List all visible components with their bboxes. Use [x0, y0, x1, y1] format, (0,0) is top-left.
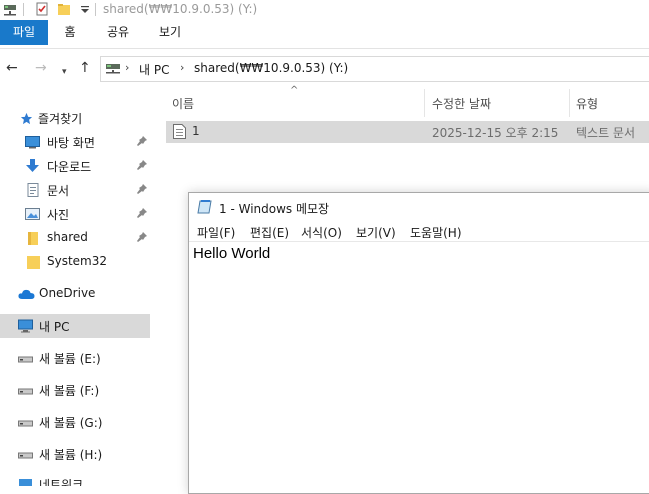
- nav-drive-e[interactable]: 새 볼륨 (E:): [0, 346, 150, 370]
- menu-view[interactable]: 보기(V): [356, 224, 396, 241]
- address-row: ← → ▾ ↑ › 내 PC › shared(₩₩10.9.0.53) (Y:…: [0, 49, 649, 89]
- pin-icon[interactable]: [136, 135, 148, 147]
- nav-drive-label: 새 볼륨 (E:): [39, 352, 101, 366]
- network-drive-icon: [4, 5, 16, 16]
- nav-drive-f[interactable]: 새 볼륨 (F:): [0, 378, 150, 402]
- nav-item-label: 다운로드: [47, 160, 92, 174]
- file-type: 텍스트 문서: [576, 126, 636, 140]
- nav-this-pc-label: 내 PC: [39, 320, 70, 334]
- drive-icon: [18, 388, 33, 395]
- menu-help[interactable]: 도움말(H): [410, 224, 462, 241]
- nav-item-downloads[interactable]: 다운로드: [0, 154, 150, 178]
- download-icon: [26, 159, 39, 172]
- navigation-pane: 즐겨찾기 바탕 화면 다운로드 문서 사진 shared System32 On…: [0, 92, 150, 486]
- nav-item-label: 바탕 화면: [47, 136, 95, 150]
- tab-view[interactable]: 보기: [153, 20, 187, 45]
- back-arrow-icon[interactable]: ←: [6, 61, 18, 75]
- nav-item-label: shared: [47, 230, 88, 244]
- file-name: 1: [192, 124, 200, 138]
- properties-icon[interactable]: [35, 2, 49, 16]
- notepad-icon: [197, 200, 212, 214]
- ribbon-tabs: 파일 홈 공유 보기: [0, 20, 649, 49]
- file-list: 이름 ^ 수정한 날짜 유형 1 2025-12-15 오후 2:15 텍스트 …: [166, 85, 649, 189]
- nav-item-label: System32: [47, 254, 108, 268]
- nav-item-pictures[interactable]: 사진: [0, 202, 150, 226]
- forward-arrow-icon[interactable]: →: [35, 61, 47, 75]
- nav-network[interactable]: 네트워크: [0, 474, 150, 486]
- breadcrumb-shared[interactable]: shared(₩₩10.9.0.53) (Y:): [194, 61, 348, 75]
- up-arrow-icon[interactable]: ↑: [79, 61, 91, 75]
- recent-locations-chevron-icon[interactable]: ▾: [62, 65, 67, 79]
- desktop-icon: [25, 136, 40, 149]
- drive-icon: [18, 420, 33, 427]
- address-bar[interactable]: › 내 PC › shared(₩₩10.9.0.53) (Y:): [100, 56, 649, 82]
- nav-item-label: 사진: [47, 208, 70, 222]
- pin-icon[interactable]: [136, 231, 148, 243]
- breadcrumb-chevron-icon[interactable]: ›: [125, 61, 129, 74]
- column-header-name[interactable]: 이름: [172, 95, 194, 112]
- nav-this-pc[interactable]: 내 PC: [0, 314, 150, 338]
- breadcrumb-this-pc[interactable]: 내 PC: [139, 61, 169, 78]
- window-title: shared(₩₩10.9.0.53) (Y:): [103, 2, 258, 16]
- folder-icon: [27, 256, 40, 269]
- tab-file[interactable]: 파일: [0, 20, 48, 45]
- tab-share[interactable]: 공유: [101, 20, 135, 45]
- table-row[interactable]: 1 2025-12-15 오후 2:15 텍스트 문서: [166, 121, 649, 143]
- column-header-modified[interactable]: 수정한 날짜: [432, 95, 491, 112]
- text-file-icon: [173, 124, 186, 139]
- nav-drive-g[interactable]: 새 볼륨 (G:): [0, 410, 150, 434]
- menu-file[interactable]: 파일(F): [197, 224, 235, 241]
- nav-item-documents[interactable]: 문서: [0, 178, 150, 202]
- notepad-title: 1 - Windows 메모장: [219, 202, 330, 216]
- column-header-type[interactable]: 유형: [576, 95, 598, 112]
- nav-drive-label: 새 볼륨 (H:): [39, 448, 103, 462]
- folder-icon: [28, 232, 38, 245]
- pin-icon[interactable]: [136, 159, 148, 171]
- network-drive-icon: [106, 64, 120, 74]
- notepad-title-bar[interactable]: 1 - Windows 메모장: [189, 193, 649, 221]
- computer-icon: [18, 319, 33, 333]
- nav-network-label: 네트워크: [39, 478, 84, 486]
- cloud-icon: [18, 289, 35, 299]
- nav-item-desktop[interactable]: 바탕 화면: [0, 130, 150, 154]
- sort-ascending-icon: ^: [290, 85, 299, 96]
- drive-icon: [18, 356, 33, 363]
- menu-edit[interactable]: 편집(E): [250, 224, 289, 241]
- tab-home[interactable]: 홈: [58, 20, 82, 45]
- document-icon: [27, 183, 39, 197]
- nav-onedrive[interactable]: OneDrive: [0, 282, 150, 306]
- menu-format[interactable]: 서식(O): [301, 224, 342, 241]
- notepad-menu-bar: 파일(F) 편집(E) 서식(O) 보기(V) 도움말(H): [189, 221, 649, 242]
- breadcrumb-chevron-icon[interactable]: ›: [180, 61, 184, 74]
- nav-drive-label: 새 볼륨 (G:): [39, 416, 103, 430]
- nav-drive-label: 새 볼륨 (F:): [39, 384, 100, 398]
- drive-icon: [18, 452, 33, 459]
- nav-quick-access-label: 즐겨찾기: [38, 112, 83, 126]
- nav-item-label: 문서: [47, 184, 70, 198]
- file-modified: 2025-12-15 오후 2:15: [432, 126, 559, 140]
- network-icon: [19, 479, 32, 486]
- pictures-icon: [25, 208, 40, 220]
- nav-item-shared[interactable]: shared: [0, 226, 150, 250]
- notepad-window[interactable]: 1 - Windows 메모장 파일(F) 편집(E) 서식(O) 보기(V) …: [188, 192, 649, 494]
- nav-item-system32[interactable]: System32: [0, 250, 150, 274]
- nav-quick-access[interactable]: 즐겨찾기: [0, 106, 150, 130]
- nav-onedrive-label: OneDrive: [39, 286, 96, 300]
- customize-toolbar-icon[interactable]: [78, 2, 92, 16]
- nav-drive-h[interactable]: 새 볼륨 (H:): [0, 442, 150, 466]
- star-icon: [20, 112, 33, 125]
- explorer-title-bar: shared(₩₩10.9.0.53) (Y:): [0, 0, 649, 20]
- notepad-text-area[interactable]: Hello World: [193, 245, 270, 262]
- new-folder-icon[interactable]: [57, 2, 71, 16]
- pin-icon[interactable]: [136, 183, 148, 195]
- pin-icon[interactable]: [136, 207, 148, 219]
